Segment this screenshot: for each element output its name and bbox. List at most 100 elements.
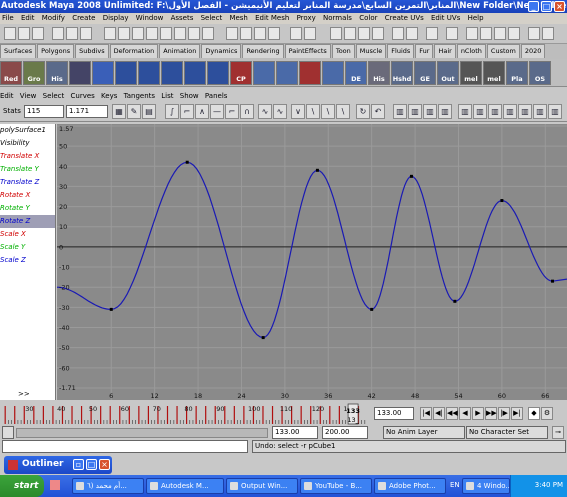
select-object-icon[interactable] (66, 27, 78, 40)
shelf-tab-muscle[interactable]: Muscle (355, 44, 387, 58)
shelf-tab-animation[interactable]: Animation (159, 44, 201, 58)
outliner-close-button[interactable]: × (99, 459, 110, 470)
attribute-editor-icon[interactable] (480, 27, 492, 40)
tangent-linear-icon[interactable]: ∧ (195, 104, 209, 119)
pick-mask-icon[interactable] (174, 27, 186, 40)
shelf-button-pla[interactable]: Pla (506, 61, 528, 85)
post-infinity-icon[interactable]: ▥ (473, 104, 487, 119)
attribute-item[interactable]: Translate Y (0, 163, 55, 176)
go-to-start-icon[interactable]: |◀ (420, 407, 432, 420)
snap-grid-icon[interactable] (226, 27, 238, 40)
unify-tangent-icon[interactable]: \ (306, 104, 320, 119)
shelf-tab-hair[interactable]: Hair (434, 44, 456, 58)
quicklaunch-icon[interactable] (50, 480, 60, 490)
auto-load-icon[interactable]: ↻ (356, 104, 370, 119)
free-tangent-weight-icon[interactable]: \ (321, 104, 335, 119)
shelf-tab-2020[interactable]: 2020 (520, 44, 546, 58)
outliner-maximize-button[interactable]: □ (86, 459, 97, 470)
pick-mask-icon[interactable] (160, 27, 172, 40)
menu-color[interactable]: Color (359, 13, 377, 24)
ge-menu-panels[interactable]: Panels (205, 91, 228, 101)
menu-create[interactable]: Create (72, 13, 95, 24)
attribute-item[interactable]: Rotate Z (0, 215, 55, 228)
step-back-icon[interactable]: ◀| (433, 407, 445, 420)
menu-file[interactable]: File (2, 13, 14, 24)
ge-menu-view[interactable]: View (20, 91, 37, 101)
step-forward-key-icon[interactable]: ▶▶ (485, 407, 497, 420)
select-hierarchy-icon[interactable] (52, 27, 64, 40)
task-photoshop[interactable]: Adobe Phot... (374, 478, 446, 494)
stats-frame-field[interactable]: 115 (24, 105, 64, 118)
ge-menu-tangents[interactable]: Tangents (124, 91, 155, 101)
hypershade-icon[interactable] (392, 27, 404, 40)
menu-create-uvs[interactable]: Create UVs (385, 13, 424, 24)
keyframe-point[interactable] (261, 336, 265, 340)
buffer-curve-icon[interactable]: ∿ (258, 104, 272, 119)
ge-menu-keys[interactable]: Keys (101, 91, 117, 101)
denormalize-icon[interactable]: ▥ (438, 104, 452, 119)
shelf-button-de[interactable]: DE (345, 61, 367, 85)
tangent-flat-icon[interactable]: — (210, 104, 224, 119)
shelf-button-os[interactable]: OS (529, 61, 551, 85)
move-key-icon[interactable]: ▦ (112, 104, 126, 119)
lock-icon[interactable] (426, 27, 438, 40)
tangent-plateau-icon[interactable]: ∩ (240, 104, 254, 119)
keyframe-point[interactable] (409, 174, 413, 178)
lock-tangent-weight-icon[interactable]: \ (336, 104, 350, 119)
attribute-item[interactable]: Rotate X (0, 189, 55, 202)
swap-buffer-icon[interactable]: ∿ (273, 104, 287, 119)
shelf-tab-dynamics[interactable]: Dynamics (201, 44, 242, 58)
outliner-restore-button[interactable]: ▫ (73, 459, 84, 470)
range-start-field[interactable]: 133.00 (272, 426, 318, 439)
shelf-tab-painteffects[interactable]: PaintEffects (284, 44, 331, 58)
graph-view[interactable]: 1.57 50 40 30 20 10 0 -10 -20 -30 -40 -50 -60 -1.71 6… (57, 124, 567, 400)
pick-mask-icon[interactable] (132, 27, 144, 40)
shelf-tab-fluids[interactable]: Fluids (387, 44, 415, 58)
render-current-icon[interactable] (330, 27, 342, 40)
attribute-item[interactable]: Scale X (0, 228, 55, 241)
keyframe-point[interactable] (370, 307, 374, 311)
channel-icon[interactable]: ▥ (518, 104, 532, 119)
keyframe-point[interactable] (109, 307, 113, 311)
shelf-button-mel-2[interactable]: mel (483, 61, 505, 85)
menu-edit[interactable]: Edit (21, 13, 35, 24)
key-icon[interactable]: ⊸ (552, 426, 564, 439)
shelf-tab-surfaces[interactable]: Surfaces (0, 44, 37, 58)
attribute-item[interactable]: Visibility (0, 137, 55, 150)
play-forward-icon[interactable]: ▶ (472, 407, 484, 420)
render-view-icon[interactable] (372, 27, 384, 40)
step-back-key-icon[interactable]: ◀◀ (446, 407, 458, 420)
minimize-button[interactable]: _ (528, 1, 539, 12)
shelf-button-cp[interactable]: CP (230, 61, 252, 85)
menu-normals[interactable]: Normals (323, 13, 352, 24)
pick-mask-icon[interactable] (202, 27, 214, 40)
ge-menu-curves[interactable]: Curves (71, 91, 95, 101)
ge-menu-select[interactable]: Select (43, 91, 65, 101)
snap-curve-icon[interactable] (240, 27, 252, 40)
menu-window[interactable]: Window (136, 13, 164, 24)
shelf-tab-rendering[interactable]: Rendering (242, 44, 284, 58)
keyframe-point[interactable] (453, 299, 457, 303)
shelf-tab-deformation[interactable]: Deformation (109, 44, 159, 58)
task-youtube[interactable]: YouTube - B... (300, 478, 372, 494)
task-windows-group[interactable]: 4 Windo... (462, 478, 510, 494)
attribute-item[interactable]: Scale Y (0, 241, 55, 254)
time-slider[interactable]: 3040506070809010011012013013313_ (0, 402, 370, 426)
keyframe-point[interactable] (500, 199, 504, 203)
shelf-tab-toon[interactable]: Toon (331, 44, 355, 58)
current-frame-field[interactable]: 133.00 (374, 407, 414, 420)
anim-layer-select[interactable]: No Anim Layer (383, 426, 465, 439)
break-tangent-icon[interactable]: ∨ (291, 104, 305, 119)
save-scene-icon[interactable] (32, 27, 44, 40)
layer-editor-icon[interactable] (508, 27, 520, 40)
range-start-anchor[interactable] (2, 426, 14, 439)
time-slider-track[interactable]: 3040506070809010011012013013313_ (0, 402, 370, 426)
shelf-tab-ncloth[interactable]: nCloth (456, 44, 486, 58)
snap-point-icon[interactable] (254, 27, 266, 40)
command-input[interactable] (2, 440, 248, 453)
shelf-button-out[interactable]: Out (437, 61, 459, 85)
auto-key-icon[interactable]: ◆ (528, 407, 540, 420)
tool-settings-icon[interactable] (494, 27, 506, 40)
shelf-tab-subdivs[interactable]: Subdivs (75, 44, 109, 58)
go-to-end-icon[interactable]: ▶| (511, 407, 523, 420)
